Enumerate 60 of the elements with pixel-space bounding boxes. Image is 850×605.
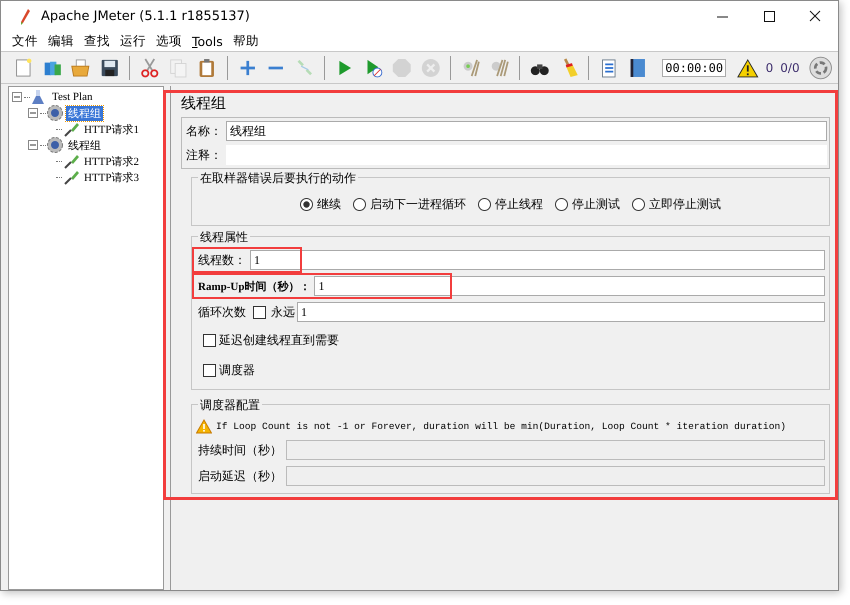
warning-icon xyxy=(196,418,212,434)
radio-button[interactable] xyxy=(353,198,366,211)
menu-item[interactable]: 帮助 xyxy=(228,33,264,50)
pipette-icon xyxy=(62,152,80,170)
checkbox-label: 永远 xyxy=(271,304,295,320)
pipette-icon xyxy=(62,168,80,186)
group-title: 线程属性 xyxy=(198,229,250,246)
group-title: 在取样器错误后要执行的动作 xyxy=(198,170,358,187)
radio-label: 立即停止测试 xyxy=(649,196,721,213)
radio-label: 启动下一进程循环 xyxy=(370,196,466,213)
collapse-icon[interactable] xyxy=(12,92,22,102)
warning-icon[interactable] xyxy=(737,56,759,78)
panel-title: 线程组 xyxy=(181,94,227,113)
tree-item[interactable]: HTTP请求3 xyxy=(82,170,141,184)
tree-item[interactable]: Test Plan xyxy=(50,91,94,103)
field-label: Ramp-Up时间（秒）： xyxy=(197,280,312,294)
pipette-icon xyxy=(62,120,80,138)
remote-status-icon[interactable] xyxy=(808,54,832,80)
error-count: 0 xyxy=(766,60,774,74)
radio-label: 继续 xyxy=(317,196,341,213)
feather-icon xyxy=(19,8,31,26)
tree-item[interactable]: 线程组 xyxy=(66,106,103,120)
window-title: Apache JMeter (5.1.1 r1855137) xyxy=(41,9,250,24)
radio-label: 停止测试 xyxy=(572,196,620,213)
thread-count: 0/0 xyxy=(780,60,800,74)
field-label: 线程数： xyxy=(197,252,247,268)
checkbox-label: 延迟创建线程直到需要 xyxy=(219,332,339,348)
collapse-icon[interactable] xyxy=(28,140,38,150)
group-title: 调度器配置 xyxy=(198,397,262,414)
checkbox-label: 调度器 xyxy=(219,362,255,378)
menu-item[interactable]: 查找 xyxy=(79,33,115,50)
radio-label: 停止线程 xyxy=(495,196,543,213)
checkbox[interactable] xyxy=(203,334,216,346)
menu-item[interactable]: 运行 xyxy=(115,33,151,50)
checkbox[interactable] xyxy=(253,306,266,318)
checkbox[interactable] xyxy=(203,364,216,376)
radio-button[interactable] xyxy=(478,198,491,211)
number-field[interactable]: 1 xyxy=(250,250,825,270)
radio-button[interactable] xyxy=(300,198,313,211)
field-label: 循环次数 xyxy=(197,304,247,320)
field-label: 注释： xyxy=(185,146,223,164)
tree-item[interactable]: HTTP请求1 xyxy=(82,122,141,136)
menu-item[interactable]: 文件 xyxy=(7,33,43,50)
scissors-icon[interactable] xyxy=(139,56,161,80)
field-label: 名称： xyxy=(185,122,223,140)
number-field[interactable]: 1 xyxy=(297,302,825,322)
radio-button[interactable] xyxy=(555,198,568,211)
field-label: 启动延迟（秒） xyxy=(197,468,283,484)
menu-item[interactable]: 编辑 xyxy=(43,33,79,50)
tree-item[interactable]: 线程组 xyxy=(66,138,103,152)
name-field[interactable]: 线程组 xyxy=(226,121,827,141)
warning-text: If Loop Count is not -1 or Forever, duration will be min(Duration, Loop Count * iteration duration) xyxy=(216,420,786,432)
collapse-icon[interactable] xyxy=(28,108,38,118)
menu-item[interactable]: 选项 xyxy=(151,33,187,50)
field-label: 持续时间（秒） xyxy=(197,442,283,458)
number-field[interactable]: 1 xyxy=(314,276,825,296)
tree-item[interactable]: HTTP请求2 xyxy=(82,154,141,168)
radio-button[interactable] xyxy=(632,198,645,211)
elapsed-time: 00:00:00 xyxy=(662,58,726,76)
menu-item[interactable]: Tools xyxy=(187,34,228,49)
